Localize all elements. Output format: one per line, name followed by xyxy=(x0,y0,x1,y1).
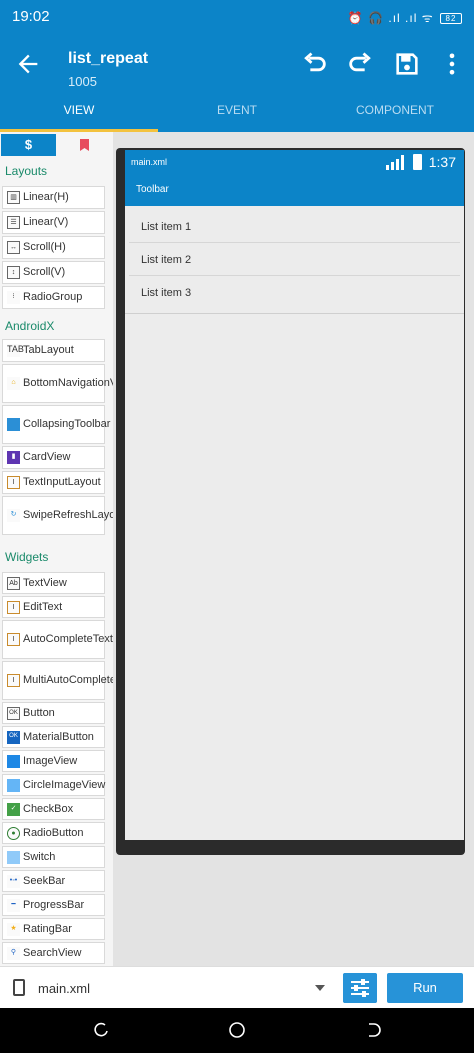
section-androidx: AndroidX xyxy=(5,319,55,333)
progressbar-icon: ━ xyxy=(7,898,20,912)
button-icon: OK xyxy=(7,706,20,720)
textview-icon: Ab xyxy=(7,576,20,590)
preview-battery-icon xyxy=(413,154,422,170)
palette-item-seekbar[interactable]: •◦• SeekBar xyxy=(2,870,105,892)
widget-palette: $ Layouts ▥ Linear(H) ☰ Linear(V) ↔ Scroll(… xyxy=(0,132,160,966)
list-item[interactable]: List item 1 xyxy=(129,210,460,243)
more-vert-icon[interactable] xyxy=(438,50,466,78)
bottom-navigation-icon: ⌂ xyxy=(7,377,20,390)
radiogroup-icon: ⁝ xyxy=(7,291,20,304)
palette-item-scroll-h[interactable]: ↔ Scroll(H) xyxy=(2,236,105,259)
edittext-icon: I xyxy=(7,600,20,614)
swipe-refresh-icon: ↻ xyxy=(7,509,20,522)
imageview-icon xyxy=(7,754,20,768)
palette-tab-widgets[interactable]: $ xyxy=(1,134,56,156)
palette-item-radiogroup[interactable]: ⁝ RadioGroup xyxy=(2,286,105,309)
palette-item-ratingbar[interactable]: ★ RatingBar xyxy=(2,918,105,940)
preview-toolbar[interactable]: Toolbar xyxy=(125,175,464,206)
tab-bar: VIEW EVENT COMPONENT xyxy=(0,100,474,132)
section-layouts: Layouts xyxy=(5,164,48,178)
back-nav-icon[interactable] xyxy=(364,1021,382,1039)
page-title: list_repeat xyxy=(68,50,149,67)
palette-item-swiperefreshlayout[interactable]: ↻ SwipeRefreshLayout xyxy=(2,496,125,535)
tablayout-icon: TAB xyxy=(7,344,24,357)
run-button[interactable]: Run xyxy=(387,973,463,1003)
settings-sliders-button[interactable] xyxy=(343,973,377,1003)
list-item[interactable]: List item 2 xyxy=(129,243,460,276)
recents-icon[interactable] xyxy=(92,1021,110,1039)
linear-h-icon: ▥ xyxy=(7,191,20,204)
palette-item-switch[interactable]: Switch xyxy=(2,846,105,868)
section-widgets: Widgets xyxy=(5,550,49,564)
palette-item-linear-v[interactable]: ☰ Linear(V) xyxy=(2,211,105,234)
tab-component[interactable]: COMPONENT xyxy=(316,103,474,117)
tab-event[interactable]: EVENT xyxy=(158,103,316,117)
palette-item-scroll-v[interactable]: ↕ Scroll(V) xyxy=(2,261,105,284)
save-icon[interactable] xyxy=(393,50,421,78)
preview-file-label: main.xml xyxy=(131,157,168,167)
palette-item-tablayout[interactable]: TAB TabLayout xyxy=(2,339,105,362)
list-divider xyxy=(125,313,464,314)
palette-tab-bookmarks[interactable] xyxy=(56,134,111,156)
status-icons: ⏰ 🎧 .ıl .ıl ᯤ 82 xyxy=(348,9,462,26)
palette-item-autocompletetextview[interactable]: I AutoCompleteTextView xyxy=(2,620,137,659)
device-screen[interactable]: main.xml 1:37 Toolbar List item 1 List i… xyxy=(125,150,464,840)
palette-item-circleimageview[interactable]: CircleImageView xyxy=(2,774,105,796)
preview-time: 1:37 xyxy=(428,154,456,170)
signal-icon xyxy=(386,155,404,170)
checkbox-icon: ✓ xyxy=(7,802,20,816)
textinputlayout-icon: I xyxy=(7,476,20,489)
scroll-h-icon: ↔ xyxy=(7,241,20,254)
search-icon: ⚲ xyxy=(7,946,20,960)
bookmark-icon xyxy=(80,139,89,151)
ratingbar-star-icon: ★ xyxy=(7,922,20,936)
circleimageview-icon xyxy=(7,778,20,792)
palette-item-button[interactable]: OK Button xyxy=(2,702,105,724)
page-subtitle: 1005 xyxy=(68,74,97,89)
cardview-icon: ▮ xyxy=(7,451,20,464)
palette-item-linear-h[interactable]: ▥ Linear(H) xyxy=(2,186,105,209)
palette-item-checkbox[interactable]: ✓ CheckBox xyxy=(2,798,105,820)
collapsing-toolbar-icon xyxy=(7,418,20,431)
list-item[interactable]: List item 3 xyxy=(129,276,460,309)
palette-item-imageview[interactable]: ImageView xyxy=(2,750,105,772)
autocomplete-icon: I xyxy=(7,633,20,646)
scroll-v-icon: ↕ xyxy=(7,266,20,279)
switch-icon xyxy=(7,850,20,864)
palette-item-cardview[interactable]: ▮ CardView xyxy=(2,446,105,469)
dropdown-arrow-icon[interactable] xyxy=(315,985,325,991)
status-bar: 19:02 ⏰ 🎧 .ıl .ıl ᯤ 82 xyxy=(0,0,474,32)
file-icon xyxy=(13,979,25,996)
seekbar-icon: •◦• xyxy=(7,874,20,888)
radiobutton-icon: ● xyxy=(7,826,20,840)
palette-item-searchview[interactable]: ⚲ SearchView xyxy=(2,942,105,964)
palette-tabs: $ xyxy=(0,132,113,156)
battery-icon: 82 xyxy=(440,13,462,25)
linear-v-icon: ☰ xyxy=(7,216,20,229)
palette-item-materialbutton[interactable]: OK MaterialButton xyxy=(2,726,105,748)
multiautocomplete-icon: I xyxy=(7,674,20,687)
home-icon[interactable] xyxy=(228,1021,246,1039)
palette-item-textview[interactable]: Ab TextView xyxy=(2,572,105,594)
palette-item-collapsingtoolbar[interactable]: CollapsingToolbar xyxy=(2,405,110,444)
undo-icon[interactable] xyxy=(301,50,329,78)
palette-item-progressbar[interactable]: ━ ProgressBar xyxy=(2,894,105,916)
back-arrow-icon[interactable] xyxy=(14,50,42,78)
palette-item-textinputlayout[interactable]: I TextInputLayout xyxy=(2,471,105,494)
file-selector[interactable]: main.xml xyxy=(38,981,90,996)
tab-view[interactable]: VIEW xyxy=(0,103,158,117)
palette-item-edittext[interactable]: I EditText xyxy=(2,596,105,618)
preview-status-bar: main.xml 1:37 xyxy=(125,150,464,175)
status-time: 19:02 xyxy=(12,8,50,25)
system-nav-bar xyxy=(0,1008,474,1053)
palette-item-multiautocompletetextview[interactable]: I MultiAutoCompleteTextView xyxy=(2,661,160,700)
materialbutton-icon: OK xyxy=(7,730,20,744)
app-bar: list_repeat 1005 VIEW EVENT COMPONENT xyxy=(0,32,474,132)
palette-item-bottomnavigationview[interactable]: ⌂ BottomNavigationView xyxy=(2,364,133,403)
bottom-bar: main.xml Run xyxy=(0,966,474,1008)
palette-item-radiobutton[interactable]: ● RadioButton xyxy=(2,822,105,844)
redo-icon[interactable] xyxy=(346,50,374,78)
status-icons-text: ⏰ 🎧 .ıl .ıl ᯤ xyxy=(347,11,434,25)
